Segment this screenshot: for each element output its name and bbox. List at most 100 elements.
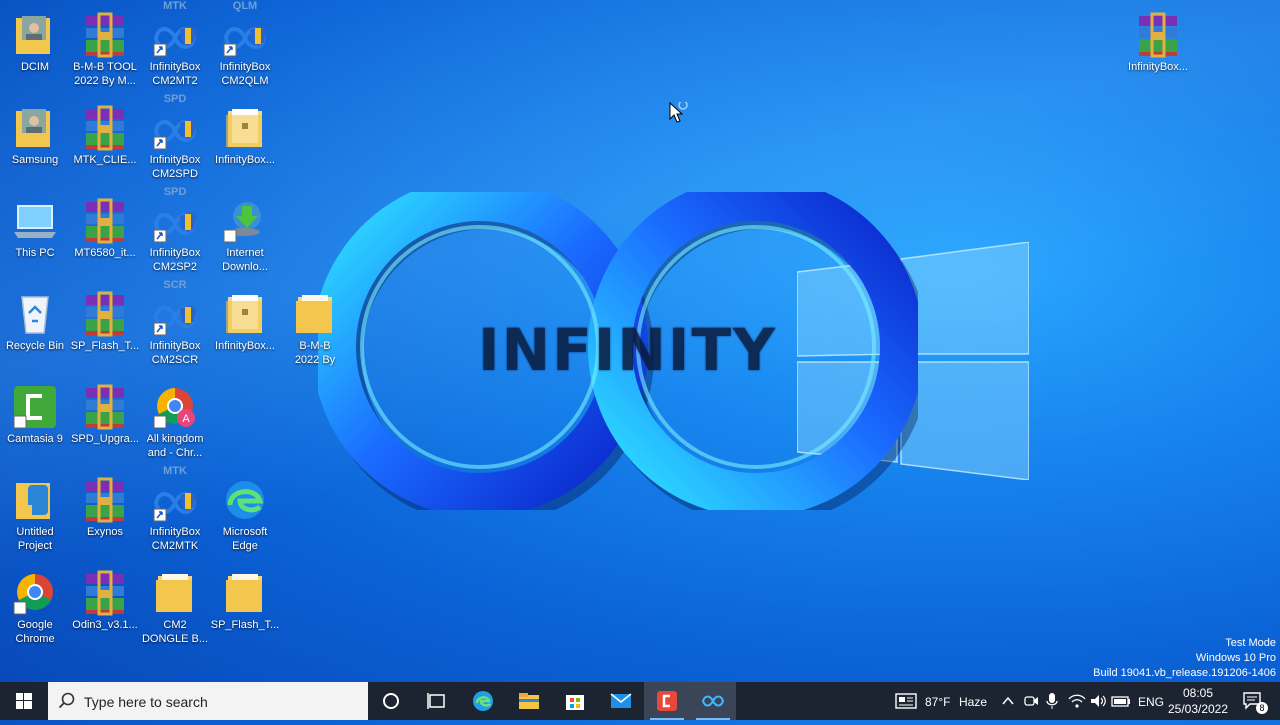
desktop-icon[interactable]: SPD_Upgra... xyxy=(70,380,140,470)
desktop-icon[interactable]: Camtasia 9 xyxy=(0,380,70,470)
desktop-icon[interactable]: SP_Flash_T... xyxy=(70,287,140,377)
desktop-icon[interactable]: SPD InfinityBox CM2SP2 xyxy=(140,186,210,284)
infinity-shortcut-icon xyxy=(152,12,198,58)
desktop-icon[interactable]: QLM InfinityBox CM2QLM xyxy=(210,0,280,98)
folder-icon xyxy=(222,570,268,616)
desktop-icon[interactable]: SCR InfinityBox CM2SCR xyxy=(140,279,210,377)
taskbar-camtasia[interactable] xyxy=(644,682,690,720)
desktop-icon[interactable]: InfinityBox... xyxy=(210,287,280,377)
winrar-icon xyxy=(1135,12,1181,58)
taskbar-mail[interactable] xyxy=(598,682,644,720)
desktop-icon[interactable]: Internet Downlo... xyxy=(210,194,280,284)
search-icon xyxy=(58,692,75,709)
cortana-icon xyxy=(383,693,399,709)
desktop-icon-label: InfinityBox CM2MTK xyxy=(149,526,201,552)
desktop-icon[interactable]: This PC xyxy=(0,194,70,284)
desktop-icon[interactable]: MT6580_it... xyxy=(70,194,140,284)
desktop-icon-label: InfinityBox CM2SCR xyxy=(149,340,201,366)
infinity-shortcut-icon xyxy=(222,12,268,58)
meet-now-icon[interactable] xyxy=(1023,693,1039,709)
desktop-icon-label: Google Chrome xyxy=(15,619,55,645)
camtasia-icon xyxy=(657,691,677,711)
folder-photo-icon xyxy=(12,12,58,58)
start-button[interactable] xyxy=(0,682,48,720)
taskbar-store[interactable] xyxy=(552,682,598,720)
desktop-icon[interactable]: B-M-B 2022 By xyxy=(280,287,350,377)
task-view-icon xyxy=(427,693,445,709)
news-weather-icon[interactable] xyxy=(895,693,917,709)
desktop-icon-label: B-M-B TOOL 2022 By M... xyxy=(73,61,137,87)
edge-icon xyxy=(473,691,493,711)
desktop-icon[interactable]: Samsung xyxy=(0,101,70,191)
desktop-icon[interactable]: InfinityBox... xyxy=(210,101,280,191)
desktop-icon-label: Samsung xyxy=(11,154,59,166)
desktop-icon-label: SP_Flash_T... xyxy=(70,340,140,352)
desktop-icon[interactable]: Google Chrome xyxy=(0,566,70,656)
infinity-shortcut-icon xyxy=(152,105,198,151)
infinity-shortcut-icon xyxy=(152,291,198,337)
desktop-icon[interactable]: MTK_CLIE... xyxy=(70,101,140,191)
desktop-icon-label: MTK_CLIE... xyxy=(73,154,137,166)
taskbar-edge[interactable] xyxy=(460,682,506,720)
edge-icon xyxy=(222,477,268,523)
desktop-icon[interactable]: A All kingdom and - Chr... xyxy=(140,380,210,470)
desktop-icon[interactable]: SP_Flash_T... xyxy=(210,566,280,656)
clock-date: 25/03/2022 xyxy=(1167,702,1229,716)
test-mode-watermark: Test Mode Windows 10 Pro Build 19041.vb_… xyxy=(1093,636,1276,681)
winrar-icon xyxy=(82,105,128,151)
taskbar: Type here to search 87°F Haze ENG 08:05 … xyxy=(0,682,1280,720)
desktop-icon[interactable]: Exynos xyxy=(70,473,140,563)
desktop-icon[interactable]: Recycle Bin xyxy=(0,287,70,377)
icon-badge-text: MTK xyxy=(163,0,187,12)
infinity-wallpaper-text: INFINITY xyxy=(478,316,778,384)
desktop-icon-label: SPD_Upgra... xyxy=(71,433,139,445)
folder-icon xyxy=(152,570,198,616)
desktop-icon-label: MT6580_it... xyxy=(74,247,136,259)
desktop-icon[interactable]: Untitled Project xyxy=(0,473,70,563)
windows-start-icon xyxy=(16,693,32,709)
folder-doc-icon xyxy=(222,105,268,151)
desktop-icon-label: InfinityBox CM2MT2 xyxy=(149,61,201,87)
folder-photo-icon xyxy=(12,105,58,151)
taskbar-file-explorer[interactable] xyxy=(506,682,552,720)
desktop-icon[interactable]: Microsoft Edge xyxy=(210,473,280,563)
desktop-icon-label: InfinityBox... xyxy=(215,154,275,166)
desktop-icon[interactable]: DCIM xyxy=(0,8,70,98)
winrar-icon xyxy=(82,291,128,337)
volume-icon[interactable] xyxy=(1089,693,1107,709)
desktop-icon[interactable]: MTK InfinityBox CM2MT2 xyxy=(140,0,210,98)
cortana-button[interactable] xyxy=(368,682,414,720)
weather-temp[interactable]: 87°F xyxy=(925,695,950,709)
taskbar-clock[interactable]: 08:05 25/03/2022 xyxy=(1160,685,1236,717)
clock-time: 08:05 xyxy=(1182,686,1214,700)
desktop-icon[interactable]: MTK InfinityBox CM2MTK xyxy=(140,465,210,563)
weather-condition[interactable]: Haze xyxy=(959,695,987,709)
microphone-icon[interactable] xyxy=(1045,692,1059,710)
winrar-icon xyxy=(82,570,128,616)
winrar-icon xyxy=(82,198,128,244)
desktop-icon-label: Internet Downlo... xyxy=(222,247,268,273)
wifi-icon[interactable] xyxy=(1068,693,1086,709)
store-icon xyxy=(566,695,584,710)
desktop-icon-label: CM2 DONGLE B... xyxy=(141,619,209,645)
battery-icon[interactable] xyxy=(1111,694,1131,708)
desktop-icon[interactable]: B-M-B TOOL 2022 By M... xyxy=(70,8,140,98)
desktop-icon-label: DCIM xyxy=(20,61,50,73)
desktop-icon[interactable]: SPD InfinityBox CM2SPD xyxy=(140,93,210,191)
desktop-icon[interactable]: InfinityBox... xyxy=(1123,8,1193,98)
taskbar-infinity-app[interactable] xyxy=(690,682,736,720)
chrome-profile-icon: A xyxy=(152,384,198,430)
infinity-shortcut-icon xyxy=(152,477,198,523)
task-view-button[interactable] xyxy=(414,682,460,720)
taskbar-search-box[interactable]: Type here to search xyxy=(48,682,368,720)
chevron-up-icon[interactable] xyxy=(1001,694,1015,708)
icon-badge-text: QLM xyxy=(232,0,258,12)
action-center-button[interactable]: 8 xyxy=(1236,682,1280,720)
desktop-icon-label: Exynos xyxy=(86,526,124,538)
desktop-icon[interactable]: Odin3_v3.1... xyxy=(70,566,140,656)
notification-count-badge: 8 xyxy=(1256,702,1268,714)
search-placeholder: Type here to search xyxy=(84,694,208,710)
desktop-icon[interactable]: CM2 DONGLE B... xyxy=(140,566,210,656)
desktop-icon-label: SP_Flash_T... xyxy=(210,619,280,631)
desktop-icon-label: Camtasia 9 xyxy=(7,433,63,445)
